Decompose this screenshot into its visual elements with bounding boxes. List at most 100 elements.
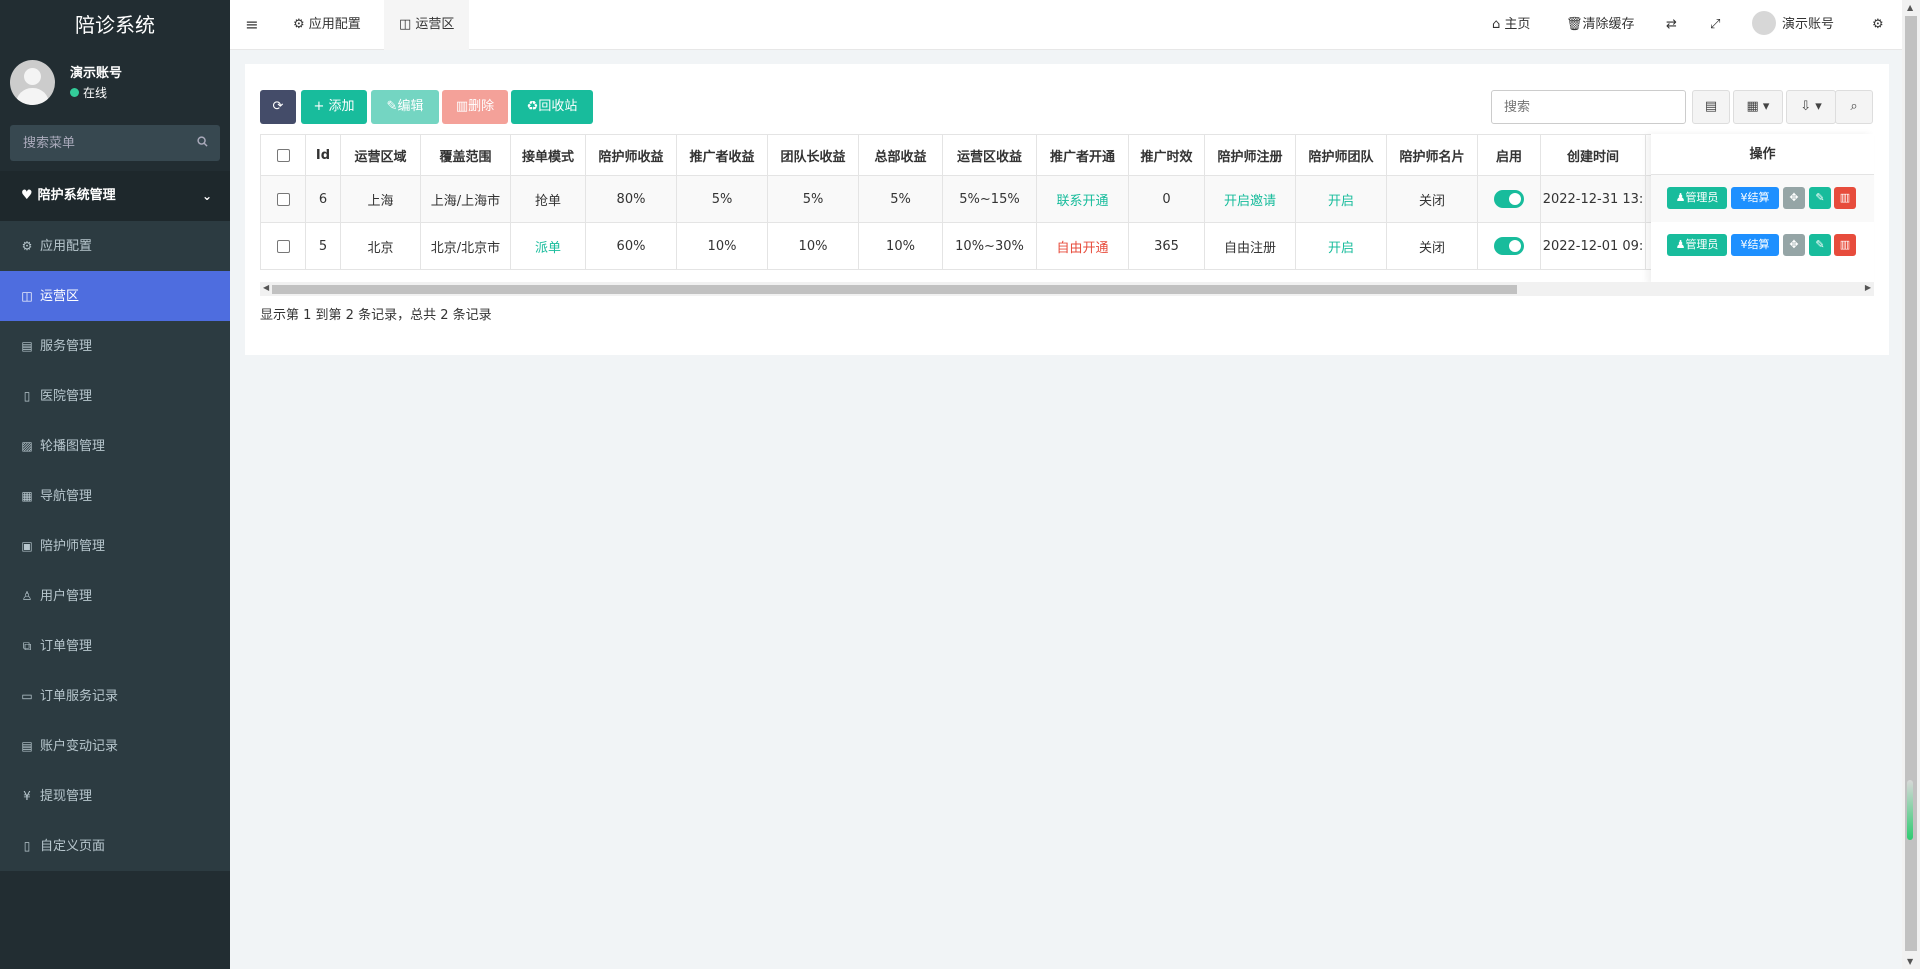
sidebar-item-service[interactable]: ▤ 服务管理 [0, 321, 230, 371]
sidebar-item-app-config[interactable]: ⚙ 应用配置 [0, 221, 230, 271]
menu-toggle-icon[interactable]: ≡ [230, 0, 274, 50]
list-icon: ▤ [21, 339, 33, 353]
ops-row: ♟管理员 ¥结算 ✥ ✎ ▥ [1651, 175, 1874, 222]
recycle-bin-button[interactable]: ♻回收站 [511, 90, 593, 124]
drag-move-button[interactable]: ✥ [1783, 234, 1805, 256]
app-logo[interactable]: 陪诊系统 [0, 0, 230, 50]
edit-row-button[interactable]: ✎ [1809, 187, 1831, 209]
scroll-down-arrow-icon[interactable]: ▼ [1907, 957, 1913, 966]
export-button[interactable]: ⇩ ▾ [1786, 90, 1836, 124]
columns-button[interactable]: ▦ ▾ [1733, 90, 1783, 124]
column-header[interactable]: 推广时效 [1128, 134, 1205, 176]
column-header[interactable]: 创建时间 [1540, 134, 1646, 176]
translate-icon[interactable]: ⇄ [1666, 0, 1677, 50]
sidebar-item-escort[interactable]: ▣ 陪护师管理 [0, 521, 230, 571]
settle-button[interactable]: ¥结算 [1731, 187, 1779, 209]
scroll-right-arrow-icon[interactable]: ▶ [1865, 283, 1871, 292]
table-search-input[interactable] [1492, 91, 1685, 123]
cell-escort-register: 自由注册 [1204, 222, 1296, 270]
yen-icon: ¥ [1740, 238, 1748, 251]
advanced-search-button[interactable]: ⌕ [1835, 90, 1873, 124]
column-header[interactable]: 总部收益 [858, 134, 943, 176]
sidebar-item-orders[interactable]: ⧉ 订单管理 [0, 621, 230, 671]
tab-label: 运营区 [415, 17, 455, 32]
file-icon: ▯ [23, 839, 31, 853]
enabled-toggle[interactable] [1494, 190, 1524, 208]
cell-escort-team: 开启 [1295, 222, 1387, 270]
settings-gears-icon[interactable]: ⚙ [1872, 0, 1884, 50]
edit-row-button[interactable]: ✎ [1809, 234, 1831, 256]
add-button[interactable]: + 添加 [301, 90, 367, 124]
column-header[interactable]: 运营区收益 [942, 134, 1037, 176]
download-icon: ⇩ ▾ [1800, 99, 1822, 114]
home-link[interactable]: ⌂ 主页 [1492, 0, 1530, 50]
row-checkbox[interactable] [276, 192, 290, 206]
delete-button[interactable]: ▥删除 [442, 90, 508, 124]
settle-button[interactable]: ¥结算 [1731, 234, 1779, 256]
data-table-wrapper: Id 运营区域 覆盖范围 接单模式 陪护师收益 推广者收益 团队长收益 总部收益… [260, 134, 1874, 282]
cell-promoter-income: 10% [676, 222, 768, 270]
page-scrollbar[interactable]: ▲ ▼ [1902, 0, 1920, 969]
column-header[interactable]: 陪护师名片 [1386, 134, 1478, 176]
column-header[interactable]: 覆盖范围 [420, 134, 511, 176]
row-checkbox[interactable] [276, 239, 290, 253]
edit-button[interactable]: ✎编辑 [371, 90, 439, 124]
clear-cache-button[interactable]: 🗑清除缓存 [1566, 0, 1635, 50]
sidebar-item-operation-zone[interactable]: ◫ 运营区 [0, 271, 230, 321]
fullscreen-icon[interactable]: ⤢ [1710, 0, 1720, 50]
delete-row-button[interactable]: ▥ [1834, 187, 1856, 209]
sidebar-item-account-log[interactable]: ▤ 账户变动记录 [0, 721, 230, 771]
sidebar-item-users[interactable]: ♙ 用户管理 [0, 571, 230, 621]
table-row[interactable]: 6 上海 上海/上海市 抢单 80% 5% 5% 5% 5%~15% 联系开通 … [260, 175, 1816, 223]
search-icon[interactable] [197, 136, 208, 147]
cell-created: 2022-12-31 13: [1540, 175, 1646, 223]
column-header[interactable]: 陪护师注册 [1204, 134, 1296, 176]
scrollbar-thumb[interactable] [272, 285, 1517, 294]
column-header[interactable]: Id [305, 134, 341, 176]
admin-label: 管理员 [1685, 238, 1719, 251]
sidebar-item-order-service-log[interactable]: ▭ 订单服务记录 [0, 671, 230, 721]
sidebar-item-navigation[interactable]: ▦ 导航管理 [0, 471, 230, 521]
table-row[interactable]: 5 北京 北京/北京市 派单 60% 10% 10% 10% 10%~30% 自… [260, 222, 1816, 270]
column-header[interactable]: 陪护师收益 [585, 134, 677, 176]
clipboard-icon: ⧉ [22, 639, 32, 653]
sidebar-item-hospital[interactable]: ▯ 医院管理 [0, 371, 230, 421]
column-header[interactable]: 接单模式 [510, 134, 586, 176]
sidebar-item-carousel[interactable]: ▨ 轮播图管理 [0, 421, 230, 471]
sidebar-item-withdraw[interactable]: ¥ 提现管理 [0, 771, 230, 821]
admin-button[interactable]: ♟管理员 [1667, 234, 1727, 256]
user-name: 演示账号 [70, 66, 123, 81]
sidebar-group-escort-system[interactable]: ♥ 陪护系统管理 ⌄ [0, 171, 230, 221]
column-header[interactable]: 推广者收益 [676, 134, 768, 176]
column-header[interactable]: 推广者开通 [1036, 134, 1129, 176]
cell-created: 2022-12-01 09: [1540, 222, 1646, 270]
admin-button[interactable]: ♟管理员 [1667, 187, 1727, 209]
account-menu[interactable]: 演示账号 [1752, 0, 1834, 50]
column-header[interactable]: 启用 [1477, 134, 1541, 176]
scroll-left-arrow-icon[interactable]: ◀ [263, 283, 269, 292]
refresh-button[interactable]: ⟳ [260, 90, 296, 124]
sidebar-item-label: 医院管理 [40, 389, 93, 404]
plus-icon: + [313, 99, 329, 114]
sidebar-search-input[interactable] [10, 125, 220, 161]
cell-coverage: 北京/北京市 [420, 222, 511, 270]
table-horizontal-scrollbar[interactable]: ◀ ▶ [260, 282, 1874, 296]
grid-icon: ▦ ▾ [1746, 99, 1770, 114]
tab-app-config[interactable]: ⚙ 应用配置 [278, 0, 376, 50]
toggle-view-button[interactable]: ▤ [1692, 90, 1730, 124]
save-icon: ▭ [21, 689, 33, 703]
delete-row-button[interactable]: ▥ [1834, 234, 1856, 256]
sidebar-item-label: 轮播图管理 [40, 439, 106, 454]
sidebar-item-custom-page[interactable]: ▯ 自定义页面 [0, 821, 230, 871]
select-all-checkbox[interactable] [276, 148, 290, 162]
account-label: 演示账号 [1782, 17, 1835, 32]
column-header[interactable]: 运营区域 [340, 134, 421, 176]
column-header[interactable]: 团队长收益 [767, 134, 859, 176]
user-icon: ♟ [1675, 238, 1686, 251]
recycle-icon: ♻ [526, 99, 539, 114]
drag-move-button[interactable]: ✥ [1783, 187, 1805, 209]
enabled-toggle[interactable] [1494, 237, 1524, 255]
tab-operation-zone[interactable]: ◫ 运营区 [384, 0, 470, 50]
column-header[interactable]: 陪护师团队 [1295, 134, 1387, 176]
scroll-up-arrow-icon[interactable]: ▲ [1907, 3, 1913, 12]
